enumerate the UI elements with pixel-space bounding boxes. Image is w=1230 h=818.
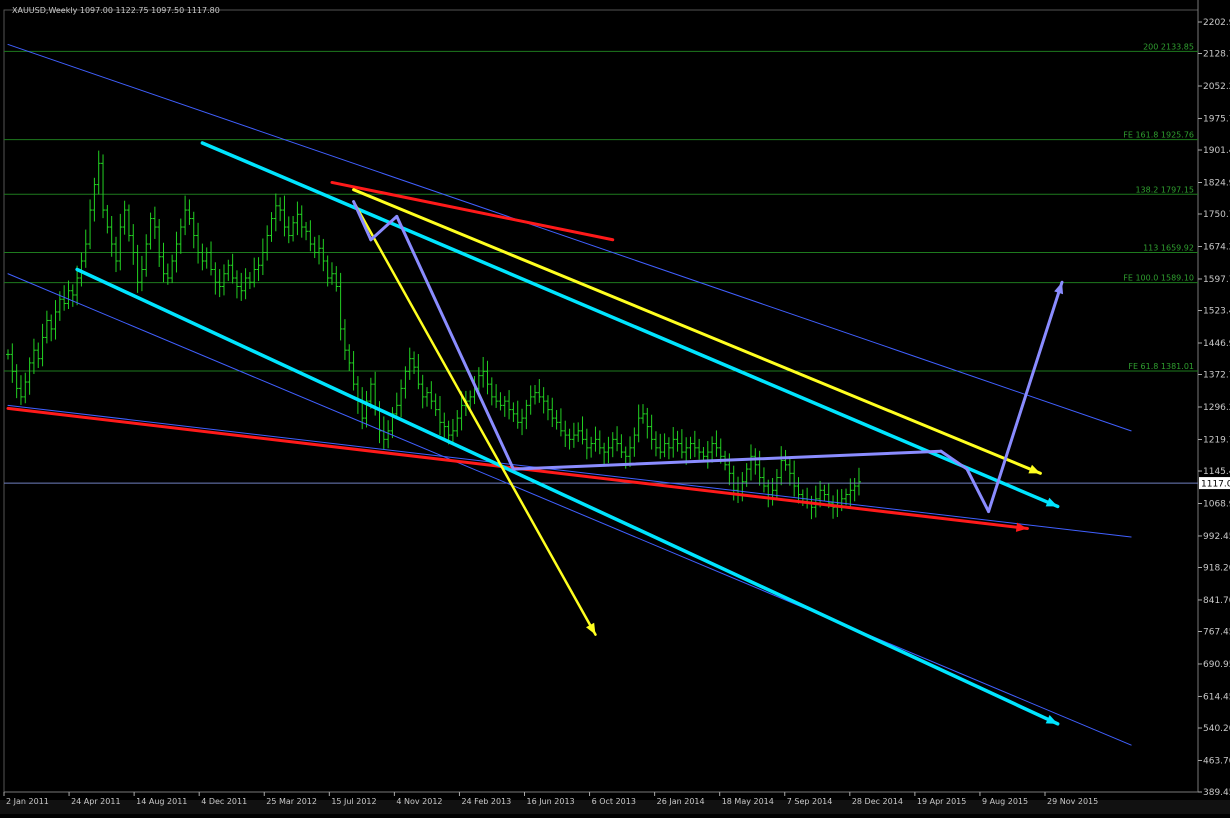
y-tick-label: 463.70 — [1203, 756, 1230, 766]
chart-canvas: XAUUSD,Weekly 1097.00 1122.75 1097.50 11… — [0, 0, 1230, 814]
red-trend-line-upper — [330, 180, 615, 242]
y-tick-label: 614.45 — [1203, 692, 1230, 702]
x-tick-label: 24 Apr 2011 — [71, 797, 120, 806]
y-tick-label: 918.20 — [1203, 563, 1230, 573]
x-tick-label: 14 Aug 2011 — [136, 797, 187, 806]
x-tick-label: 24 Feb 2013 — [461, 797, 511, 806]
y-tick-label: 1446.9 — [1203, 339, 1230, 349]
purple-wave-segment — [987, 280, 1064, 514]
y-tick-label: 767.45 — [1203, 627, 1230, 637]
x-tick-label: 16 Jun 2013 — [527, 797, 575, 806]
y-tick-label: 1975.7 — [1203, 114, 1230, 124]
y-tick-label: 992.45 — [1203, 532, 1230, 542]
x-tick-label: 15 Jul 2012 — [331, 797, 376, 806]
x-tick-label: 9 Aug 2015 — [982, 797, 1028, 806]
y-tick-label: 1523.4 — [1203, 307, 1230, 317]
y-tick-label: 1219.7 — [1203, 435, 1230, 445]
y-tick-label: 841.70 — [1203, 596, 1230, 606]
y-tick-label: 1597.7 — [1203, 275, 1230, 285]
x-tick-label: 25 Mar 2012 — [266, 797, 317, 806]
fib-level-label: FE 100.0 1589.10 — [1123, 274, 1194, 283]
y-tick-label: 1145.4 — [1203, 467, 1230, 477]
purple-wave-segment — [395, 214, 515, 471]
y-tick-label: 2052.2 — [1203, 82, 1230, 92]
y-tick-label: 690.95 — [1203, 660, 1230, 670]
x-tick-label: 4 Dec 2011 — [201, 797, 247, 806]
x-tick-label: 4 Nov 2012 — [396, 797, 442, 806]
fib-level-label: 200 2133.85 — [1143, 42, 1194, 51]
yellow-trend-line-upper-head — [1028, 464, 1041, 474]
y-tick-label: 1372.7 — [1203, 371, 1230, 381]
x-tick-label: 19 Apr 2015 — [917, 797, 966, 806]
y-tick-label: 1824.9 — [1203, 179, 1230, 189]
current-price-label: 1117.0 — [1201, 480, 1230, 490]
fib-level-label: 113 1659.92 — [1143, 244, 1194, 253]
y-tick-label: 1296.2 — [1203, 403, 1230, 413]
fib-level-label: FE 161.8 1925.76 — [1123, 131, 1194, 140]
y-tick-label: 1068.9 — [1203, 500, 1230, 510]
y-tick-label: 389.45 — [1203, 788, 1230, 798]
price-chart: XAUUSD,Weekly 1097.00 1122.75 1097.50 11… — [0, 0, 1230, 814]
x-tick-label: 6 Oct 2013 — [592, 797, 636, 806]
purple-wave-segment — [352, 200, 373, 242]
x-tick-label: 28 Dec 2014 — [852, 797, 903, 806]
y-tick-label: 1901.4 — [1203, 146, 1230, 156]
purple-wave-segment — [511, 449, 943, 471]
cyan-trend-line-lower — [75, 267, 1060, 726]
x-tick-label: 29 Nov 2015 — [1047, 797, 1098, 806]
plot-frame — [3, 9, 1199, 793]
x-tick-label: 18 May 2014 — [722, 797, 774, 806]
channel-lower-line — [7, 273, 1132, 746]
yellow-projection-arrow — [352, 200, 597, 636]
y-tick-label: 2128.70 — [1203, 50, 1230, 60]
y-tick-label: 1750.7 — [1203, 210, 1230, 220]
purple-wave-segment-head — [1054, 282, 1064, 295]
y-tick-label: 540.20 — [1203, 724, 1230, 734]
y-tick-label: 2202.9 — [1203, 18, 1230, 28]
fib-level-label: FE 61.8 1381.01 — [1128, 362, 1194, 371]
y-tick-label: 1674.2 — [1203, 242, 1230, 252]
channel-inner-line — [7, 404, 1132, 538]
chart-header: XAUUSD,Weekly 1097.00 1122.75 1097.50 11… — [12, 6, 220, 15]
fib-level-label: 138.2 1797.15 — [1135, 185, 1194, 194]
x-tick-label: 7 Sep 2014 — [787, 797, 833, 806]
x-tick-label: 26 Jan 2014 — [657, 797, 705, 806]
x-tick-label: 2 Jan 2011 — [6, 797, 49, 806]
